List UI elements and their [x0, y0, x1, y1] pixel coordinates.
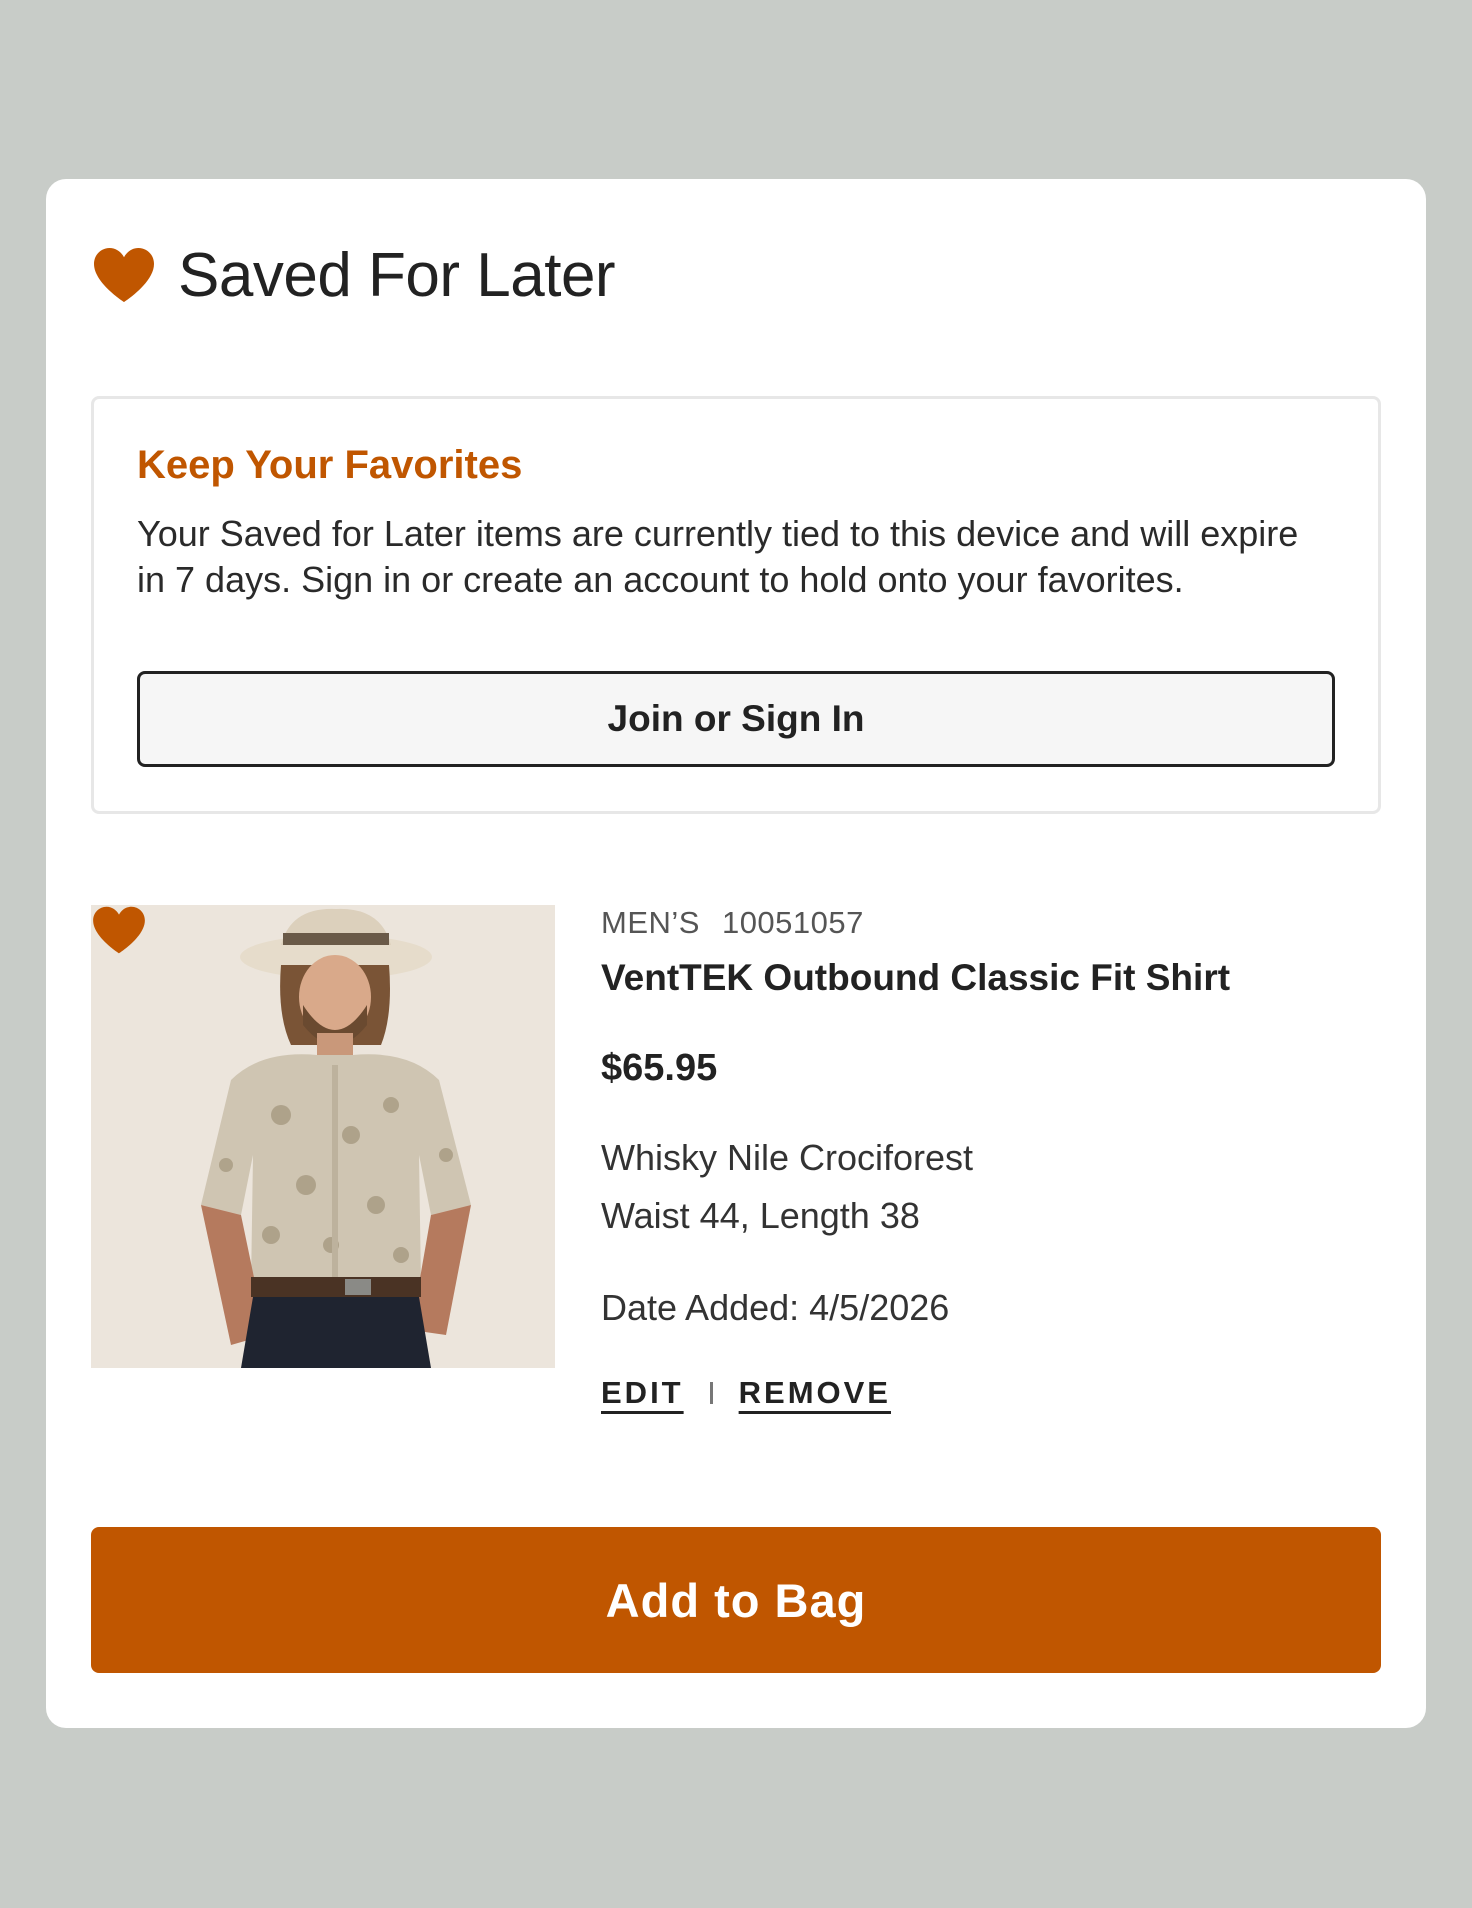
- page-title: Saved For Later: [178, 240, 616, 310]
- join-sign-in-button[interactable]: Join or Sign In: [137, 671, 1335, 767]
- saved-for-later-panel: Saved For Later Keep Your Favorites Your…: [46, 179, 1426, 1728]
- item-actions: EDIT REMOVE: [601, 1375, 891, 1411]
- notice-heading: Keep Your Favorites: [137, 443, 523, 487]
- product-name[interactable]: VentTEK Outbound Classic Fit Shirt: [601, 957, 1230, 999]
- product-meta: MEN’S 10051057: [601, 905, 864, 941]
- sign-in-notice: Keep Your Favorites Your Saved for Later…: [91, 396, 1381, 814]
- remove-link[interactable]: REMOVE: [739, 1375, 891, 1411]
- product-photo: [91, 905, 555, 1368]
- product-size: Waist 44, Length 38: [601, 1195, 920, 1236]
- edit-link[interactable]: EDIT: [601, 1375, 684, 1411]
- product-category: MEN’S: [601, 905, 700, 940]
- product-image[interactable]: [91, 905, 555, 1368]
- add-to-bag-button[interactable]: Add to Bag: [91, 1527, 1381, 1673]
- panel-header: Saved For Later: [92, 235, 616, 315]
- date-added: Date Added: 4/5/2026: [601, 1287, 950, 1328]
- action-divider: [709, 1382, 713, 1404]
- product-price: $65.95: [601, 1047, 718, 1089]
- heart-icon: [94, 248, 154, 302]
- notice-body: Your Saved for Later items are currently…: [137, 513, 1299, 600]
- product-color: Whisky Nile Crociforest: [601, 1137, 974, 1178]
- style-number: 10051057: [721, 905, 864, 940]
- favorite-heart-icon[interactable]: [91, 905, 147, 955]
